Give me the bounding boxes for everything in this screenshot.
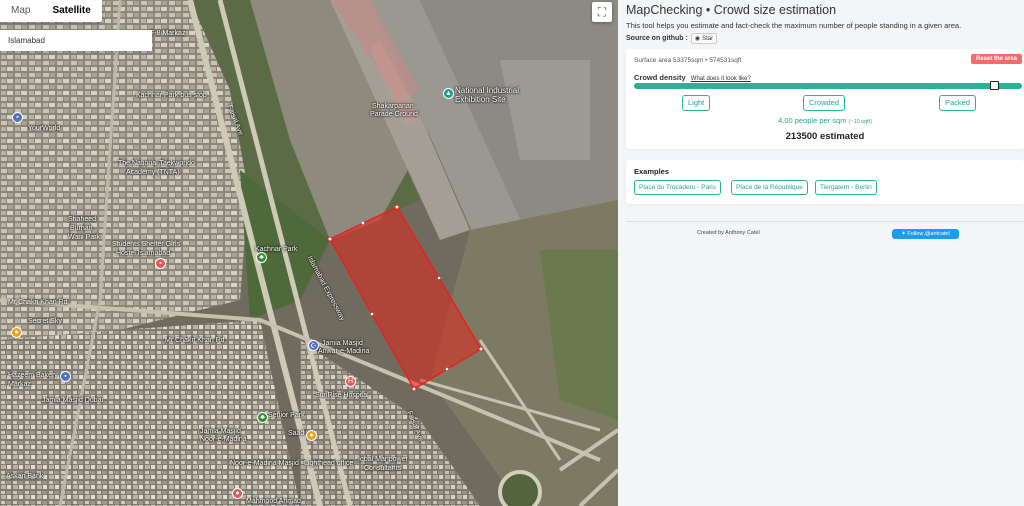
map-label: Students Shelter Girls: [112, 241, 181, 248]
map-label: Consultants: [364, 465, 401, 472]
crowd-estimate: 213500 estimated: [785, 131, 865, 142]
map-label: Hazeem Bakery: [8, 372, 58, 379]
food-icon[interactable]: ●: [306, 430, 317, 441]
park-icon[interactable]: ♣: [256, 252, 267, 263]
map-label: Noor-e-Madina: [200, 436, 247, 443]
star-label: Star: [702, 35, 714, 42]
examples-card: Examples Place du Trocadero - Paris Plac…: [626, 160, 1024, 204]
satellite-map[interactable]: F-8 Markaz Kachnar Park bus stop YourWor…: [0, 0, 618, 506]
map-label: SunRise Hospital: [315, 392, 369, 399]
mosque-icon[interactable]: ☪: [308, 340, 319, 351]
people-per-sqm: 4.00 people per sqm (~10 sqft): [626, 116, 1024, 125]
shop-icon[interactable]: ▪: [60, 371, 71, 382]
place-icon[interactable]: ●: [232, 488, 243, 499]
density-label: Crowd density What does it look like?: [634, 73, 751, 82]
map-label: Anwar-e-Madina: [318, 348, 370, 355]
map-label: F-8 Markaz: [150, 30, 186, 37]
source-row: Source on github : ◉ Star: [626, 33, 1024, 44]
map-label: Noor-e-Madina Masjid: [230, 460, 299, 467]
reset-area-button[interactable]: Reset the area: [970, 54, 1022, 64]
twitter-follow-button[interactable]: ✦ Follow @antcatel: [892, 229, 959, 239]
example-republique-button[interactable]: Place de la République: [731, 180, 808, 195]
density-title: Crowd density: [634, 73, 686, 82]
crowded-density-button[interactable]: Crowded: [803, 95, 846, 111]
location-search-input[interactable]: [0, 30, 152, 51]
map-label: Parade Ground: [370, 111, 418, 118]
page-title: MapChecking • Crowd size estimation: [626, 3, 837, 17]
density-help-link[interactable]: What does it look like?: [691, 76, 751, 82]
people-per-sqm-value: 4.00 people per sqm: [778, 116, 847, 125]
example-tiergarten-button[interactable]: Tiergatern - Berlin: [815, 180, 877, 195]
fullscreen-icon: ⛶: [597, 4, 607, 19]
github-star-button[interactable]: ◉ Star: [690, 33, 718, 44]
map-label: Mahmood Ahmad: [246, 498, 301, 505]
map-label: Secret Sky: [28, 318, 62, 325]
github-icon: ◉: [694, 36, 701, 42]
map-label: YourWorld: [28, 125, 61, 132]
map-label: The National Taekwondo: [118, 160, 195, 167]
map-label: Markaz: [8, 381, 31, 388]
app: F-8 Markaz Kachnar Park bus stop YourWor…: [0, 0, 1024, 506]
people-per-sqft-value: (~10 sqft): [848, 119, 872, 125]
map-label: National Industrial: [455, 86, 520, 95]
credit-text: Created by Anthony Catel: [697, 230, 760, 236]
light-density-button[interactable]: Light: [682, 95, 711, 111]
map-label: Jamia Masjid: [322, 340, 363, 347]
hotel-icon[interactable]: ▪: [155, 258, 166, 269]
park-icon[interactable]: ♣: [257, 412, 268, 423]
source-label: Source on github :: [626, 35, 688, 42]
surface-area: Surface area 53375sqm • 574531sqft: [634, 57, 742, 64]
map-label: Jamia Masjid: [200, 428, 241, 435]
map-label: Kachnar Park bus stop: [136, 92, 207, 99]
page-description: This tool helps you estimate and fact-ch…: [626, 21, 962, 30]
map-label: Shakarparian: [372, 103, 414, 110]
example-trocadero-button[interactable]: Place du Trocadero - Paris: [634, 180, 721, 195]
map-label: Academy (TNTA): [126, 169, 180, 176]
shop-icon[interactable]: ▪: [12, 112, 23, 123]
landmark-icon[interactable]: ▲: [443, 88, 454, 99]
fullscreen-button[interactable]: ⛶: [592, 2, 612, 22]
twitter-label: Follow @antcatel: [907, 231, 950, 237]
hospital-icon[interactable]: H: [345, 376, 356, 387]
map-label: Iqbal Manpower: [358, 456, 408, 463]
map-label: Saad: [288, 430, 305, 437]
food-icon[interactable]: ●: [11, 327, 22, 338]
examples-title: Examples: [634, 167, 670, 176]
estimation-card: Surface area 53375sqm • 574531sqft Reset…: [626, 49, 1024, 149]
twitter-icon: ✦: [901, 231, 906, 237]
map-label: Wani Park: [68, 234, 101, 241]
map-label: Senior Park: [268, 412, 305, 419]
map-label: Exhibition Site: [455, 95, 506, 104]
map-label: Hostel Islamabad: [116, 250, 171, 257]
map-label: Jamia Masjid Dubai: [42, 397, 104, 404]
packed-density-button[interactable]: Packed: [939, 95, 977, 111]
density-slider-thumb[interactable]: [990, 81, 1000, 90]
map-label: Askari Bank: [6, 473, 44, 480]
map-label: Mr Chakri Khan Rd: [8, 299, 68, 306]
density-slider[interactable]: [634, 81, 1022, 90]
map-label: Shaheed: [68, 216, 97, 223]
map-label: Lighthead office: [304, 460, 354, 467]
map-label: Burhan: [70, 225, 93, 232]
map-view-button[interactable]: Map: [0, 0, 41, 22]
map-type-control: Map Satellite: [0, 0, 102, 22]
satellite-view-button[interactable]: Satellite: [41, 0, 101, 22]
map-label: Mr Chakri Khan Rd: [165, 337, 225, 344]
footer-divider: [626, 221, 1024, 222]
